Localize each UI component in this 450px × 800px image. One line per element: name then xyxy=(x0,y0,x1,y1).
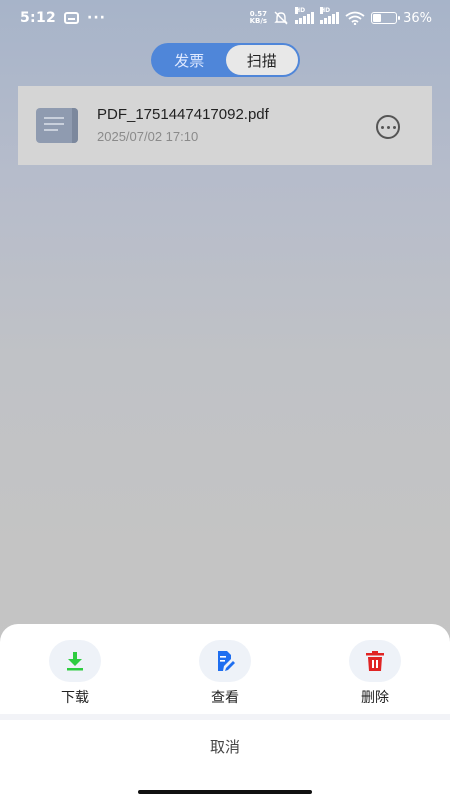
signal-2-icon: HD xyxy=(320,7,340,24)
view-icon-circle xyxy=(199,640,251,682)
view-button[interactable]: 查看 xyxy=(185,640,265,707)
home-indicator[interactable] xyxy=(138,790,312,794)
battery-icon xyxy=(371,12,401,24)
tab-invoice[interactable]: 发票 xyxy=(153,45,226,75)
hd-badge-1: HD xyxy=(295,7,306,14)
download-icon xyxy=(67,652,83,671)
delete-label: 删除 xyxy=(361,690,389,706)
status-right: 0.57 KB/s HD HD 36% xyxy=(250,7,432,26)
delete-button[interactable]: 删除 xyxy=(335,640,415,707)
signal-1-icon: HD xyxy=(295,7,315,24)
battery-percent: 36 xyxy=(403,10,420,26)
status-bar: 5:12 ··· 0.57 KB/s HD HD 36% xyxy=(0,0,450,36)
hd-badge-2: HD xyxy=(320,7,331,14)
more-options-button[interactable] xyxy=(376,115,400,139)
status-time: 5:12 xyxy=(20,10,57,26)
battery-percent-symbol: % xyxy=(419,10,432,26)
net-speed-unit: KB/s xyxy=(249,17,268,25)
tab-scan[interactable]: 扫描 xyxy=(225,45,298,75)
tv-icon xyxy=(64,12,80,24)
wifi-icon xyxy=(345,11,365,25)
action-sheet: 下载 查看 删除 取消 xyxy=(0,624,450,800)
net-speed: 0.57 KB/s xyxy=(250,11,267,25)
type-toggle: 发票 扫描 xyxy=(151,43,300,77)
delete-icon-circle xyxy=(349,640,401,682)
trash-icon xyxy=(366,651,384,671)
document-icon xyxy=(36,108,78,143)
cancel-button[interactable]: 取消 xyxy=(0,720,450,772)
file-date: 2025/07/02 17:10 xyxy=(97,129,199,144)
action-row: 下载 查看 删除 xyxy=(0,624,450,714)
edit-document-icon xyxy=(218,651,235,671)
file-name: PDF_1751447417092.pdf xyxy=(97,106,269,123)
file-list-item[interactable]: PDF_1751447417092.pdf 2025/07/02 17:10 xyxy=(18,86,432,165)
view-label: 查看 xyxy=(211,690,239,706)
mute-bell-icon xyxy=(274,11,288,25)
status-left: 5:12 ··· xyxy=(20,10,106,26)
download-button[interactable]: 下载 xyxy=(35,640,115,707)
battery-level: 36% xyxy=(403,11,432,26)
overflow-dots: ··· xyxy=(87,10,106,26)
download-label: 下载 xyxy=(61,690,89,706)
download-icon-circle xyxy=(49,640,101,682)
